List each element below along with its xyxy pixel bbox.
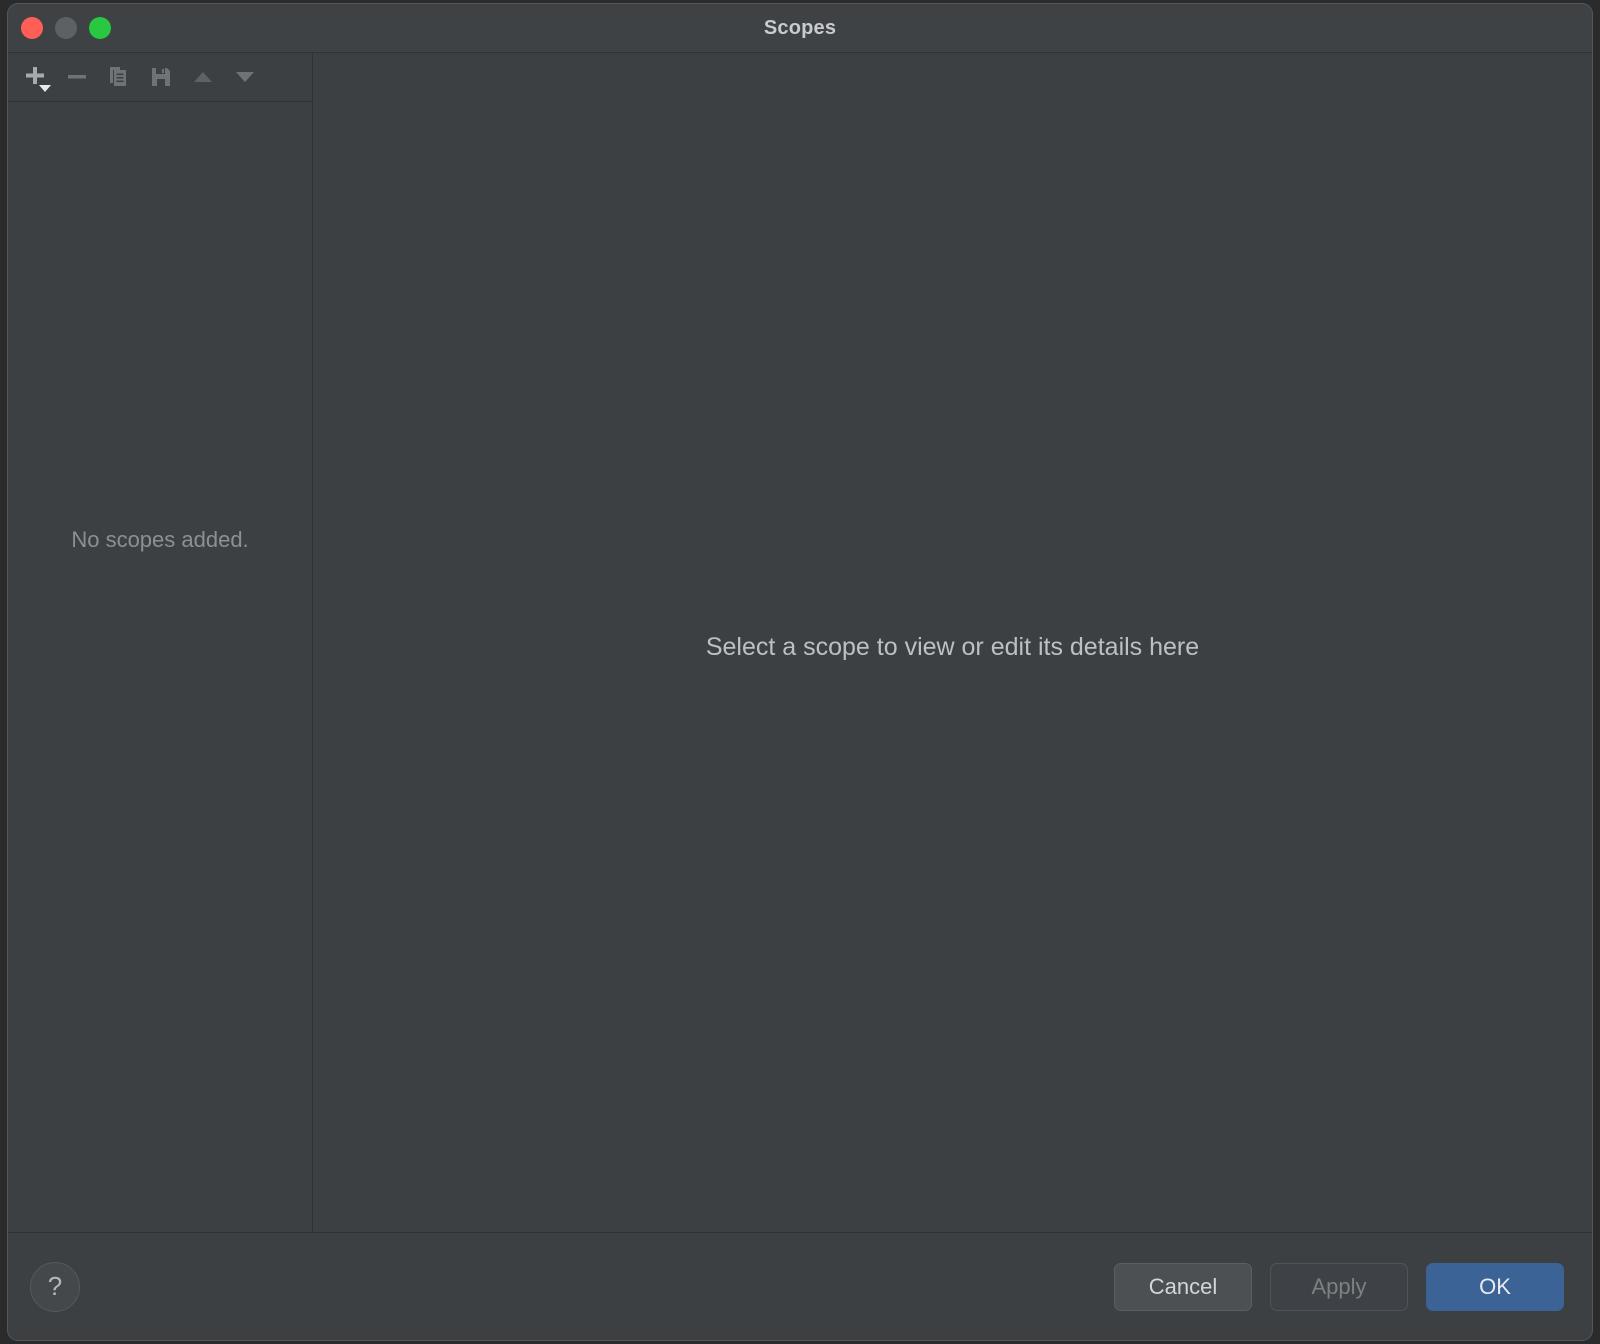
close-window-button[interactable]	[21, 17, 43, 39]
chevron-down-icon	[39, 85, 51, 92]
question-mark-icon: ?	[47, 1271, 63, 1301]
scope-detail-placeholder: Select a scope to view or edit its detai…	[705, 633, 1200, 661]
move-scope-down-button[interactable]	[226, 58, 264, 96]
scope-detail-panel: Select a scope to view or edit its detai…	[313, 53, 1592, 1232]
scope-list-empty-message: No scopes added.	[71, 527, 249, 552]
save-icon	[152, 68, 170, 86]
save-scope-button[interactable]	[142, 58, 180, 96]
remove-scope-button[interactable]	[58, 58, 96, 96]
scopes-sidebar: No scopes added.	[8, 53, 313, 1232]
minimize-window-button[interactable]	[55, 17, 77, 39]
move-scope-up-button[interactable]	[184, 58, 222, 96]
dialog-footer: ? Cancel Apply OK	[8, 1232, 1592, 1340]
cancel-button[interactable]: Cancel	[1114, 1262, 1252, 1311]
dialog-action-buttons: Cancel Apply OK	[1114, 1262, 1564, 1311]
remove-icon	[68, 75, 86, 79]
scopes-toolbar	[8, 53, 312, 102]
window-title: Scopes	[763, 16, 837, 39]
scopes-dialog-window: Scopes No scopes added. Select a scope t…	[8, 4, 1592, 1340]
dialog-body: No scopes added. Select a scope to view …	[8, 53, 1592, 1232]
duplicate-scope-button[interactable]	[100, 58, 138, 96]
scope-list[interactable]: No scopes added.	[8, 102, 312, 1232]
apply-button[interactable]: Apply	[1270, 1262, 1408, 1311]
add-scope-button[interactable]	[16, 58, 54, 96]
move-up-icon	[194, 72, 212, 82]
title-bar: Scopes	[8, 4, 1592, 53]
help-button[interactable]: ?	[30, 1261, 80, 1312]
move-down-icon	[236, 72, 254, 82]
ok-button[interactable]: OK	[1426, 1262, 1564, 1311]
maximize-window-button[interactable]	[89, 17, 111, 39]
window-controls	[21, 4, 111, 52]
copy-icon	[110, 67, 126, 86]
